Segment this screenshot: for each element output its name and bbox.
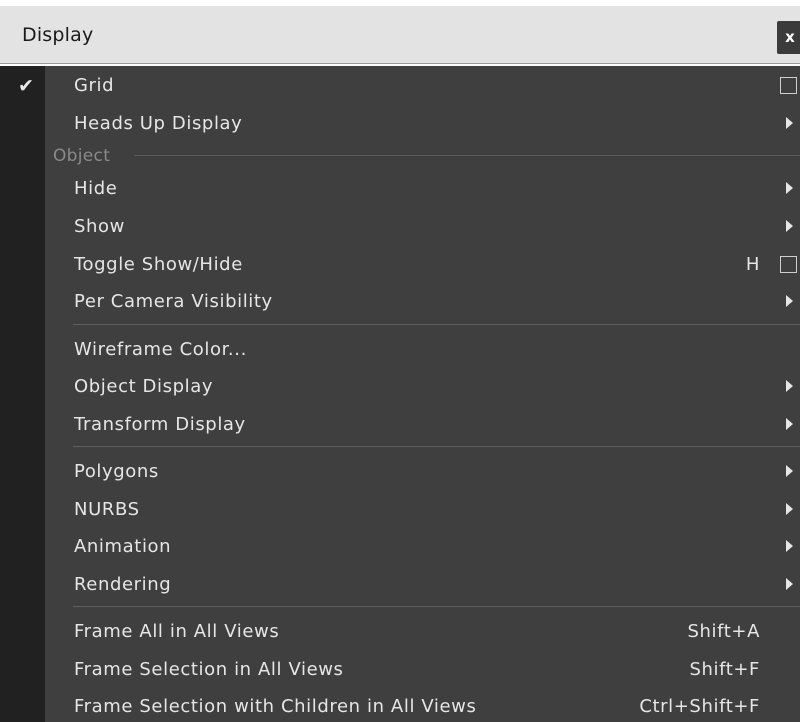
menu-item-shortcut: Shift+A bbox=[687, 621, 760, 642]
menu-item-label: Frame Selection in All Views bbox=[74, 659, 344, 680]
menu-item-transform-display[interactable]: Transform Display bbox=[45, 406, 800, 444]
chevron-right-icon bbox=[786, 503, 793, 515]
menu-item-frame-selection-children[interactable]: Frame Selection with Children in All Vie… bbox=[45, 688, 800, 722]
menu-divider bbox=[73, 324, 800, 325]
section-header-object: Object bbox=[45, 145, 800, 169]
menu-divider bbox=[73, 446, 800, 447]
menu-item-label: Animation bbox=[74, 536, 172, 557]
menu-item-label: Rendering bbox=[74, 574, 172, 595]
menu-item-shortcut: Ctrl+Shift+F bbox=[639, 696, 760, 717]
check-icon: ✔ bbox=[18, 75, 34, 97]
chevron-right-icon bbox=[786, 295, 793, 307]
grid-option-box[interactable] bbox=[780, 77, 797, 94]
chevron-right-icon bbox=[786, 540, 793, 552]
chevron-right-icon bbox=[786, 418, 793, 430]
menu-item-nurbs[interactable]: NURBS bbox=[45, 491, 800, 529]
chevron-right-icon bbox=[786, 182, 793, 194]
menu-item-rendering[interactable]: Rendering bbox=[45, 566, 800, 604]
menu-item-heads-up-display[interactable]: Heads Up Display bbox=[45, 105, 800, 143]
chevron-right-icon bbox=[786, 380, 793, 392]
menu-item-label: Polygons bbox=[74, 461, 159, 482]
title-bar[interactable]: Display x bbox=[0, 0, 800, 66]
close-button[interactable]: x bbox=[777, 21, 800, 54]
menu-icon-gutter bbox=[0, 66, 45, 722]
section-divider bbox=[134, 155, 800, 156]
menu-item-animation[interactable]: Animation bbox=[45, 528, 800, 566]
menu-item-hide[interactable]: Hide bbox=[45, 170, 800, 208]
close-icon: x bbox=[785, 28, 795, 46]
title-bar-background: Display bbox=[0, 6, 800, 64]
section-label: Object bbox=[53, 146, 111, 166]
window-title: Display bbox=[22, 24, 94, 46]
menu-item-label: Toggle Show/Hide bbox=[74, 254, 243, 275]
menu-item-label: NURBS bbox=[74, 499, 140, 520]
menu-item-label: Wireframe Color... bbox=[74, 339, 247, 360]
menu-item-shortcut: H bbox=[745, 254, 760, 275]
chevron-right-icon bbox=[786, 220, 793, 232]
toggle-show-hide-option-box[interactable] bbox=[780, 256, 797, 273]
menu-item-shortcut: Shift+F bbox=[689, 659, 760, 680]
menu-item-label: Transform Display bbox=[74, 414, 246, 435]
menu-item-label: Object Display bbox=[74, 376, 214, 397]
menu-item-show[interactable]: Show bbox=[45, 208, 800, 246]
menu-item-label: Hide bbox=[74, 178, 118, 199]
menu-item-toggle-show-hide[interactable]: Toggle Show/Hide H bbox=[45, 246, 800, 284]
menu-divider bbox=[73, 606, 800, 607]
menu-item-frame-selection[interactable]: Frame Selection in All Views Shift+F bbox=[45, 651, 800, 689]
display-menu-window: Display x ✔ Grid Heads Up Display Object… bbox=[0, 0, 800, 722]
menu-item-wireframe-color[interactable]: Wireframe Color... bbox=[45, 331, 800, 369]
menu-item-grid[interactable]: Grid bbox=[45, 67, 800, 105]
menu-item-per-camera-visibility[interactable]: Per Camera Visibility bbox=[45, 283, 800, 321]
chevron-right-icon bbox=[786, 117, 793, 129]
menu-item-label: Frame All in All Views bbox=[74, 621, 280, 642]
chevron-right-icon bbox=[786, 465, 793, 477]
menu-item-label: Heads Up Display bbox=[74, 113, 243, 134]
menu-item-label: Frame Selection with Children in All Vie… bbox=[74, 696, 477, 717]
menu-item-frame-all[interactable]: Frame All in All Views Shift+A bbox=[45, 613, 800, 651]
menu-item-label: Show bbox=[74, 216, 125, 237]
menu-item-label: Per Camera Visibility bbox=[74, 291, 273, 312]
menu-item-polygons[interactable]: Polygons bbox=[45, 453, 800, 491]
menu-item-label: Grid bbox=[74, 75, 115, 96]
menu-item-object-display[interactable]: Object Display bbox=[45, 368, 800, 406]
chevron-right-icon bbox=[786, 578, 793, 590]
